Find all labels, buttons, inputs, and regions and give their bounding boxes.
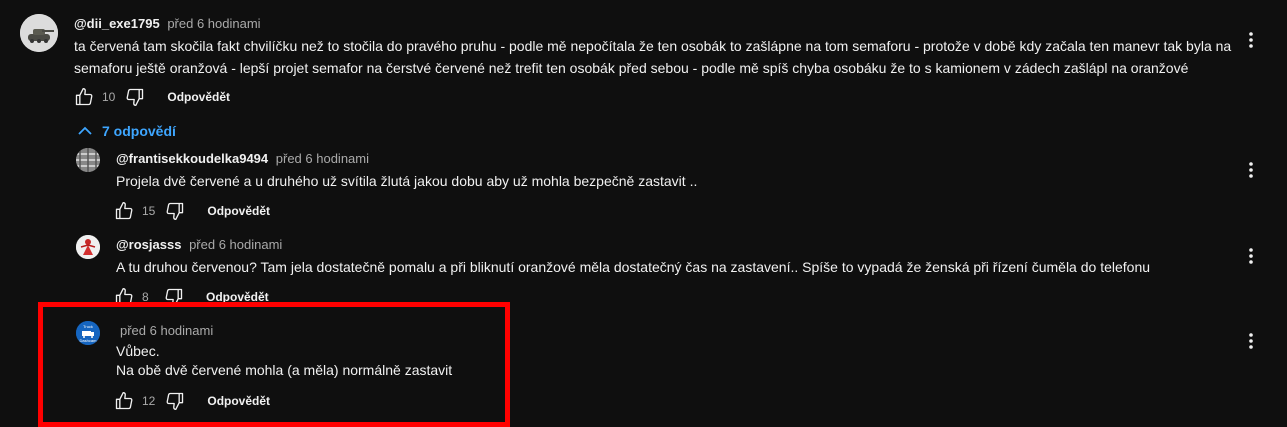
thumbs-up-icon bbox=[115, 392, 133, 410]
more-vert-icon bbox=[1249, 162, 1253, 178]
reply-button[interactable]: Odpovědět bbox=[167, 90, 230, 104]
thumbs-up-icon bbox=[75, 88, 93, 106]
comment-header: @rosjasss před 6 hodinami bbox=[116, 237, 282, 252]
replies-count-label: 7 odpovědí bbox=[102, 123, 176, 139]
like-button[interactable] bbox=[112, 199, 136, 223]
comment-header: před 6 hodinami bbox=[116, 323, 213, 338]
reply-button[interactable]: Odpovědět bbox=[207, 204, 270, 218]
comment-text-line-2: semaforu ještě oranžová - lepší projet s… bbox=[74, 60, 1189, 76]
avatar[interactable]: Truck Dashcam bbox=[76, 321, 100, 345]
author-name[interactable]: @dii_exe1795 bbox=[74, 16, 160, 31]
tank-avatar-icon bbox=[20, 14, 58, 52]
more-actions-button[interactable] bbox=[1239, 28, 1263, 52]
timestamp[interactable]: před 6 hodinami bbox=[276, 151, 369, 166]
chevron-up-icon bbox=[78, 126, 92, 135]
comment-text-line-2: Na obě dvě červené mohla (a měla) normál… bbox=[116, 362, 453, 378]
timestamp[interactable]: před 6 hodinami bbox=[120, 323, 213, 338]
more-vert-icon bbox=[1249, 333, 1253, 349]
comment-actions: 15 Odpovědět bbox=[112, 199, 270, 223]
author-name[interactable]: @rosjasss bbox=[116, 237, 181, 252]
thumbs-up-icon bbox=[115, 202, 133, 220]
replies-toggle-button[interactable]: 7 odpovědí bbox=[78, 121, 176, 141]
comment-actions: 12 Odpovědět bbox=[112, 389, 270, 413]
comment-header: @dii_exe1795 před 6 hodinami bbox=[74, 16, 261, 31]
timestamp[interactable]: před 6 hodinami bbox=[189, 237, 282, 252]
like-button[interactable] bbox=[112, 285, 136, 309]
dislike-button[interactable] bbox=[163, 389, 187, 413]
comment-actions: 8 Odpovědět bbox=[112, 285, 269, 309]
more-actions-button[interactable] bbox=[1239, 158, 1263, 182]
comment-text: Projela dvě červené a u druhého už svíti… bbox=[116, 173, 698, 189]
author-name[interactable]: @frantisekkoudelka9494 bbox=[116, 151, 268, 166]
dislike-button[interactable] bbox=[162, 285, 186, 309]
comment-header: @frantisekkoudelka9494 před 6 hodinami bbox=[116, 151, 369, 166]
reply-button[interactable]: Odpovědět bbox=[207, 394, 270, 408]
dislike-button[interactable] bbox=[163, 199, 187, 223]
avatar-text: Dashcam bbox=[79, 338, 97, 343]
like-count: 10 bbox=[102, 90, 116, 104]
thumbs-down-icon bbox=[166, 202, 184, 220]
comment-text: A tu druhou červenou? Tam jela dostatečn… bbox=[116, 259, 1151, 275]
like-count: 12 bbox=[142, 394, 156, 408]
more-actions-button[interactable] bbox=[1239, 244, 1263, 268]
more-actions-button[interactable] bbox=[1239, 329, 1263, 353]
dislike-button[interactable] bbox=[123, 85, 147, 109]
comment-text-line-1: ta červená tam skočila fakt chvilíčku ne… bbox=[74, 38, 1232, 54]
like-button[interactable] bbox=[112, 389, 136, 413]
like-count: 15 bbox=[142, 204, 156, 218]
thumbs-down-icon bbox=[166, 392, 184, 410]
avatar[interactable] bbox=[76, 235, 100, 259]
avatar[interactable] bbox=[20, 14, 58, 52]
like-count: 8 bbox=[142, 290, 149, 304]
avatar-text: Truck bbox=[83, 324, 93, 329]
more-vert-icon bbox=[1249, 32, 1253, 48]
avatar[interactable] bbox=[76, 148, 100, 172]
reply-button[interactable]: Odpovědět bbox=[206, 290, 269, 304]
thumbs-down-icon bbox=[126, 88, 144, 107]
like-button[interactable] bbox=[72, 85, 96, 109]
comment-actions: 10 Odpovědět bbox=[72, 85, 230, 109]
more-vert-icon bbox=[1249, 248, 1253, 264]
figure-avatar-icon bbox=[76, 235, 100, 259]
timestamp[interactable]: před 6 hodinami bbox=[167, 16, 260, 31]
thumbs-up-icon bbox=[115, 288, 133, 306]
thumbs-down-icon bbox=[165, 288, 183, 306]
pattern-avatar-icon bbox=[76, 148, 100, 172]
